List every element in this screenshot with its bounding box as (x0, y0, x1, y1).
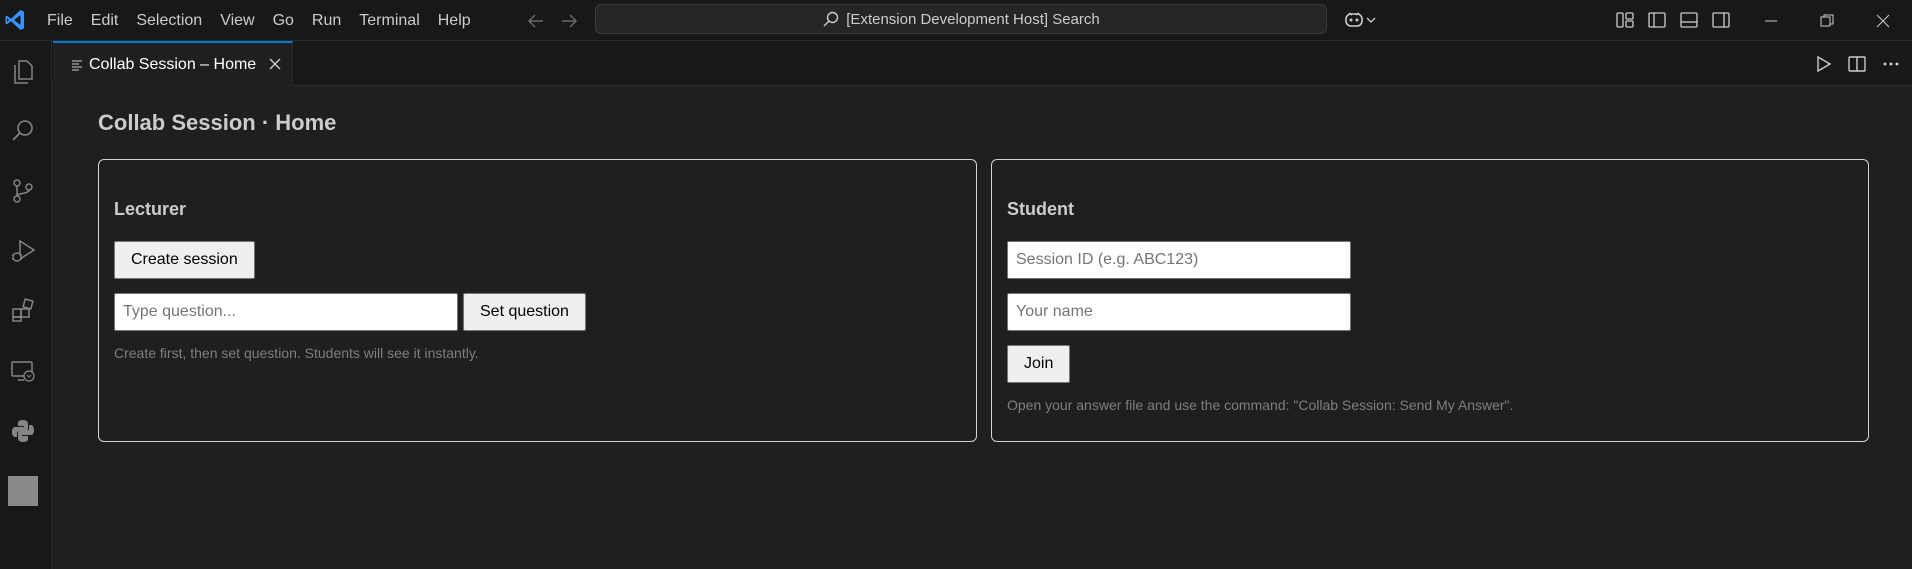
close-icon (1876, 14, 1890, 27)
create-session-button[interactable]: Create session (114, 241, 255, 279)
toggle-panel-icon[interactable] (1678, 9, 1700, 31)
run-debug-icon (11, 239, 35, 262)
menu-selection[interactable]: Selection (127, 7, 211, 35)
name-input[interactable] (1007, 293, 1351, 331)
student-card: Student Join Open your answer file and u… (991, 159, 1869, 442)
webview-content: Collab Session · Home Lecturer Create se… (52, 86, 1912, 569)
activity-remote-explorer[interactable] (0, 347, 45, 395)
editor-actions (1812, 53, 1902, 75)
page-title: Collab Session · Home (98, 110, 337, 135)
activity-preview-file[interactable] (0, 467, 45, 515)
activity-bar (0, 41, 52, 569)
menu-help[interactable]: Help (429, 7, 480, 35)
minimize-button[interactable] (1748, 0, 1794, 41)
search-view-icon (11, 120, 33, 141)
session-id-input[interactable] (1007, 241, 1351, 279)
minimize-icon (1765, 20, 1777, 21)
tab-collab-session-home[interactable]: Collab Session – Home (53, 41, 293, 86)
customize-layout-icon[interactable] (1614, 9, 1636, 31)
menu-view[interactable]: View (211, 7, 263, 35)
menu-edit[interactable]: Edit (82, 7, 128, 35)
student-hint: Open your answer file and use the comman… (1007, 397, 1514, 413)
extensions-icon (11, 298, 34, 322)
arrow-left-icon[interactable] (524, 9, 548, 33)
vscode-logo-icon (5, 10, 24, 30)
python-icon (11, 420, 34, 442)
student-heading: Student (1007, 199, 1074, 219)
activity-search[interactable] (0, 107, 45, 155)
close-icon[interactable] (266, 55, 284, 73)
editor-tab-bar: Collab Session – Home (52, 41, 1912, 86)
search-icon (823, 11, 839, 27)
more-actions-icon[interactable] (1880, 53, 1902, 75)
activity-source-control[interactable] (0, 167, 45, 215)
join-button[interactable]: Join (1007, 345, 1071, 383)
preview-icon (72, 60, 82, 70)
activity-python[interactable] (0, 407, 45, 455)
menu-run[interactable]: Run (303, 7, 350, 35)
chevron-down-icon (1366, 17, 1376, 23)
activity-explorer[interactable] (0, 47, 45, 95)
activity-extensions[interactable] (0, 287, 45, 335)
menu-file[interactable]: File (38, 7, 82, 35)
close-window-button[interactable] (1860, 0, 1906, 41)
copilot-menu[interactable] (1343, 8, 1377, 32)
lecturer-card: Lecturer Create session Set question Cre… (98, 159, 977, 442)
copilot-icon (1345, 12, 1363, 27)
activity-run-debug[interactable] (0, 227, 45, 275)
set-question-button[interactable]: Set question (463, 293, 586, 331)
remote-explorer-icon (10, 361, 35, 382)
run-icon[interactable] (1812, 53, 1834, 75)
restore-icon (1820, 14, 1834, 26)
preview-file-icon (7, 476, 38, 506)
menu-terminal[interactable]: Terminal (350, 7, 428, 35)
source-control-icon (12, 179, 33, 203)
toggle-secondary-sidebar-icon[interactable] (1710, 9, 1732, 31)
toggle-primary-sidebar-icon[interactable] (1646, 9, 1668, 31)
title-bar: File Edit Selection View Go Run Terminal… (0, 0, 1912, 41)
tab-label: Collab Session – Home (89, 55, 257, 73)
split-editor-icon[interactable] (1846, 53, 1868, 75)
lecturer-heading: Lecturer (114, 199, 187, 219)
lecturer-hint: Create first, then set question. Student… (114, 345, 479, 361)
arrow-right-icon[interactable] (557, 9, 581, 33)
command-center-search[interactable]: [Extension Development Host] Search (595, 4, 1327, 34)
restore-button[interactable] (1804, 0, 1850, 41)
explorer-icon (13, 60, 33, 84)
menu-bar: File Edit Selection View Go Run Terminal… (38, 0, 480, 41)
search-label: [Extension Development Host] Search (846, 10, 1100, 28)
menu-go[interactable]: Go (264, 7, 303, 35)
question-input[interactable] (114, 293, 458, 331)
